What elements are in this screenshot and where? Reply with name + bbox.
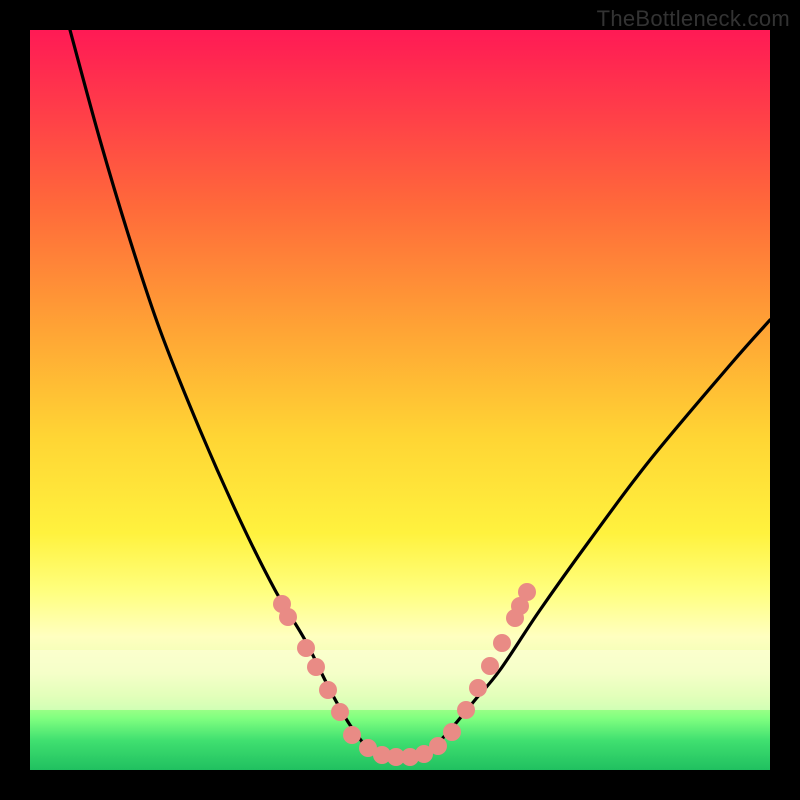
highlight-dot xyxy=(506,609,524,627)
highlight-dot xyxy=(297,639,315,657)
watermark-text: TheBottleneck.com xyxy=(597,6,790,32)
highlight-dot xyxy=(493,634,511,652)
highlight-dot xyxy=(511,597,529,615)
highlight-dot xyxy=(457,701,475,719)
highlight-dot xyxy=(518,583,536,601)
highlight-dot xyxy=(273,595,291,613)
highlight-dot xyxy=(279,608,297,626)
pale-band xyxy=(30,650,770,710)
highlight-dot xyxy=(415,745,433,763)
highlight-dot xyxy=(443,723,461,741)
plot-area xyxy=(30,30,770,770)
highlight-dot xyxy=(481,657,499,675)
highlight-dot xyxy=(429,737,447,755)
highlight-dot xyxy=(401,748,419,766)
highlight-dot xyxy=(469,679,487,697)
highlight-dot xyxy=(307,658,325,676)
highlight-dots xyxy=(273,583,536,766)
highlight-dot xyxy=(331,703,349,721)
highlight-dot xyxy=(319,681,337,699)
highlight-dot xyxy=(387,748,405,766)
highlight-dot xyxy=(373,746,391,764)
curve-layer xyxy=(30,30,770,770)
bottleneck-curve xyxy=(70,30,770,759)
highlight-dot xyxy=(359,739,377,757)
highlight-dot xyxy=(343,726,361,744)
chart-stage: TheBottleneck.com xyxy=(0,0,800,800)
